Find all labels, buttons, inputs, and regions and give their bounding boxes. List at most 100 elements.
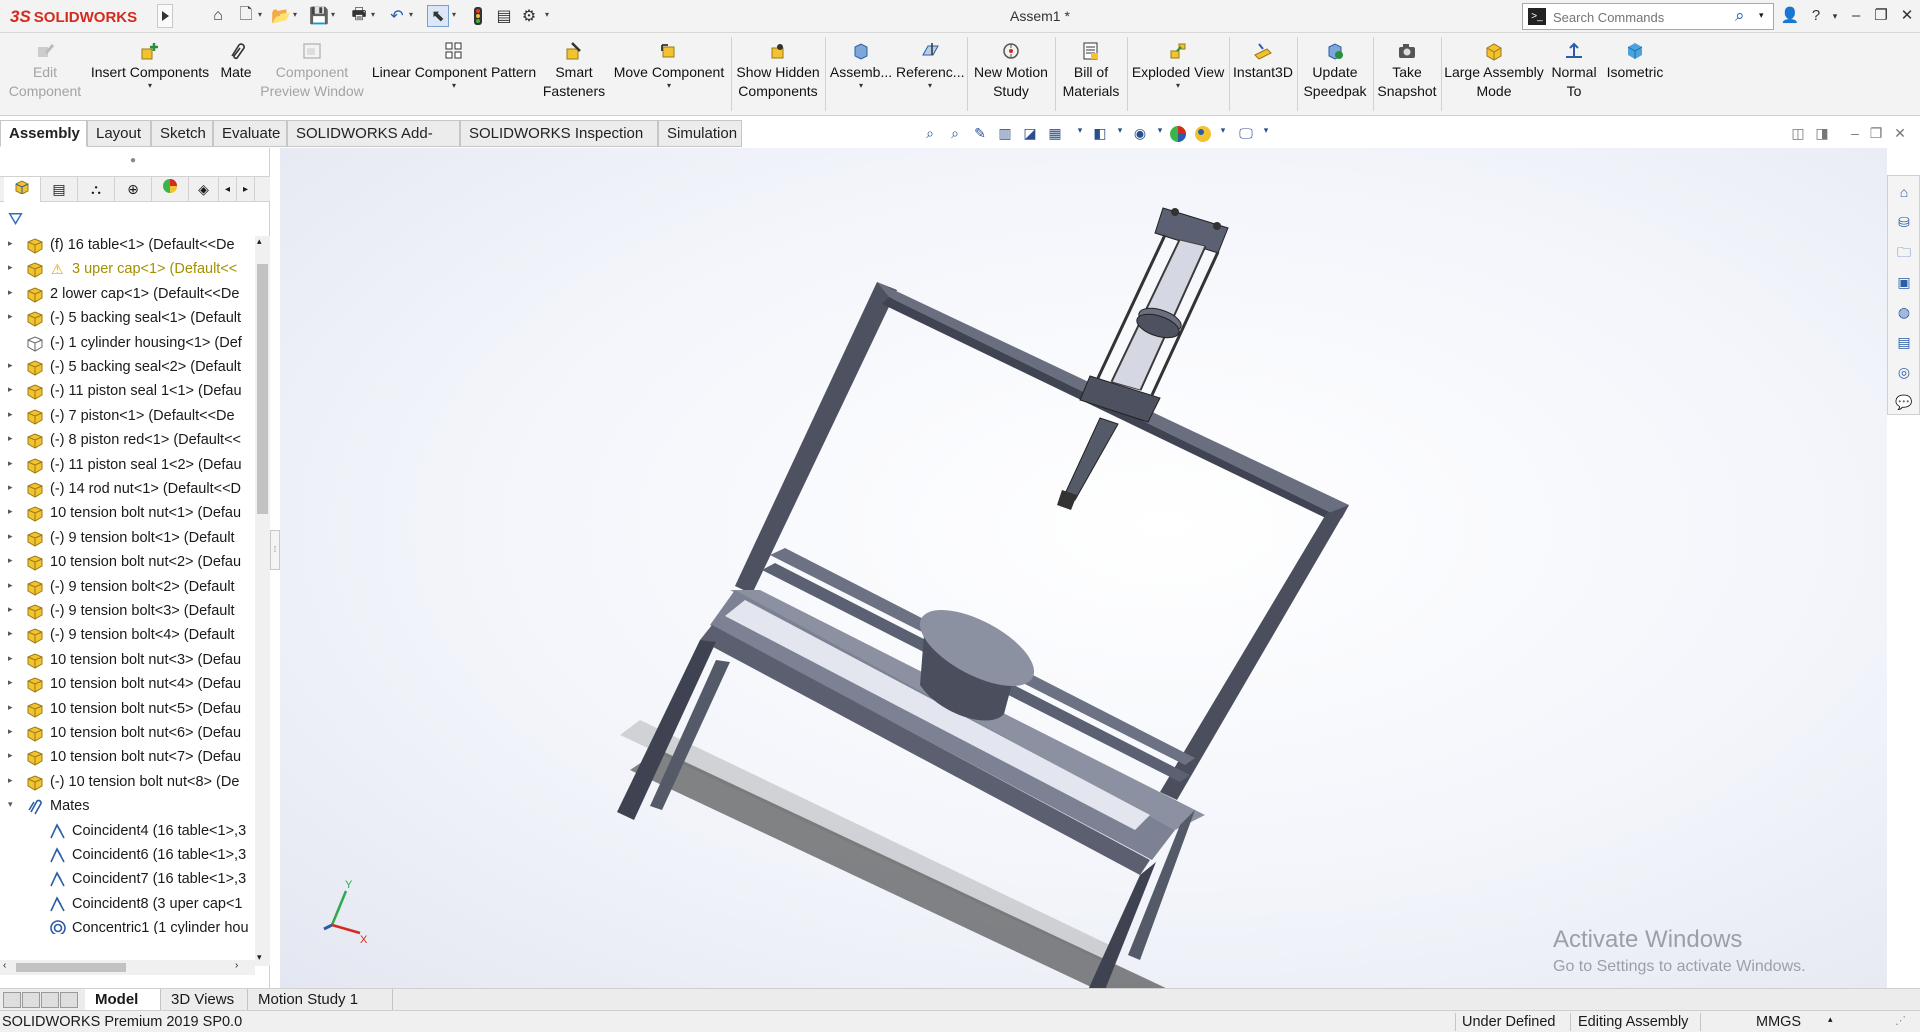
restore-icon[interactable]: ❐ xyxy=(1870,4,1892,28)
tab-layout[interactable]: Layout xyxy=(87,120,151,147)
appearances-icon[interactable]: ◍ xyxy=(1894,302,1914,322)
assembly-features-button[interactable]: Assemb... ▾ xyxy=(828,33,894,115)
tree-item-part[interactable]: ▸ (-) 9 tension bolt<3> (Default xyxy=(0,600,255,624)
mate-button[interactable]: Mate xyxy=(214,33,258,115)
view-palette-icon[interactable]: ▣ xyxy=(1894,272,1914,292)
expand-arrow-icon[interactable]: ▸ xyxy=(8,750,13,761)
expand-arrow-icon[interactable]: ▸ xyxy=(8,604,13,615)
dynamic-annotation-icon[interactable]: ◪ xyxy=(1020,125,1040,145)
tree-vertical-scrollbar[interactable]: ▴ ▾ xyxy=(255,236,270,966)
previous-view-icon[interactable]: ✎ xyxy=(970,125,990,145)
save-dropdown-icon[interactable]: ▾ xyxy=(331,10,339,20)
component-preview-window-button[interactable]: Component Preview Window xyxy=(260,33,364,115)
solidworks-forum-icon[interactable]: ◎ xyxy=(1894,362,1914,382)
file-explorer-icon[interactable]: 🗀 xyxy=(1894,242,1914,262)
take-snapshot-button[interactable]: Take Snapshot xyxy=(1376,33,1438,115)
undo-dropdown-icon[interactable]: ▾ xyxy=(409,10,417,20)
save-icon[interactable]: 💾 xyxy=(308,5,330,27)
panel-splitter-handle[interactable]: ⁞ xyxy=(270,530,280,570)
expand-arrow-icon[interactable]: ▸ xyxy=(8,531,13,542)
menu-expand-arrow[interactable] xyxy=(157,4,173,28)
new-dropdown-icon[interactable]: ▾ xyxy=(258,10,266,20)
previous-tab-arrow-icon[interactable] xyxy=(22,992,40,1008)
scrollbar-thumb[interactable] xyxy=(257,264,268,514)
tree-item-part[interactable]: ▸ (-) 9 tension bolt<4> (Default xyxy=(0,624,255,648)
tree-item-part[interactable]: ▸ (-) 11 piston seal 1<1> (Defau xyxy=(0,380,255,404)
tab-solidworks-add-ins[interactable]: SOLIDWORKS Add-Ins xyxy=(287,120,460,168)
help-dropdown-icon[interactable]: ▾ xyxy=(1824,4,1846,28)
scroll-down-icon[interactable]: ▾ xyxy=(257,952,262,963)
open-dropdown-icon[interactable]: ▾ xyxy=(293,10,301,20)
tree-item-part[interactable]: ▸ 10 tension bolt nut<1> (Defau xyxy=(0,502,255,526)
view-orientation-dropdown-icon[interactable]: ▾ xyxy=(1070,125,1090,145)
expand-arrow-icon[interactable]: ▸ xyxy=(8,458,13,469)
graphics-area[interactable]: Y X xyxy=(280,148,1887,988)
expand-arrow-icon[interactable]: ▸ xyxy=(8,433,13,444)
tree-item-part[interactable]: ▸ (-) 8 piston red<1> (Default<< xyxy=(0,429,255,453)
expand-arrow-icon[interactable]: ▸ xyxy=(8,482,13,493)
expand-arrow-icon[interactable]: ▸ xyxy=(8,677,13,688)
last-tab-arrow-icon[interactable] xyxy=(60,992,78,1008)
tab-motion-study-1[interactable]: Motion Study 1 xyxy=(248,989,393,1011)
tabs-scroll-right-icon[interactable]: ▸ xyxy=(237,177,255,202)
undo-icon[interactable]: ↶ xyxy=(386,5,408,27)
expand-arrow-icon[interactable]: ▸ xyxy=(8,726,13,737)
viewport-close-icon[interactable]: ✕ xyxy=(1890,125,1910,145)
scroll-left-icon[interactable]: ‹ xyxy=(3,960,6,971)
update-speedpak-button[interactable]: Update Speedpak xyxy=(1300,33,1370,115)
tab-sketch[interactable]: Sketch xyxy=(151,120,213,147)
feature-tree-tab-icon[interactable] xyxy=(4,177,41,202)
tab-simulation[interactable]: Simulation xyxy=(658,120,742,147)
tree-item-part[interactable]: ▸ 10 tension bolt nut<4> (Defau xyxy=(0,673,255,697)
tree-item-part[interactable]: ▸ (-) 10 tension bolt nut<8> (De xyxy=(0,771,255,795)
cam-manager-tab-icon[interactable]: ◈ xyxy=(189,177,219,202)
tree-item-part[interactable]: ▸ (-) 5 backing seal<1> (Default xyxy=(0,307,255,331)
unit-system-dropdown-icon[interactable]: ▴ xyxy=(1828,1014,1833,1025)
display-manager-tab-icon[interactable] xyxy=(152,177,189,202)
expand-arrow-icon[interactable]: ▸ xyxy=(8,628,13,639)
viewport-tile-right-icon[interactable]: ◨ xyxy=(1812,125,1832,145)
options-gear-icon[interactable]: ⚙ xyxy=(518,5,540,27)
reference-geometry-dropdown-icon[interactable]: ▾ xyxy=(896,82,964,90)
display-style-dropdown-icon[interactable]: ▾ xyxy=(1110,125,1130,145)
linear-pattern-dropdown-icon[interactable]: ▾ xyxy=(370,82,538,90)
tabs-scroll-left-icon[interactable]: ◂ xyxy=(219,177,237,202)
tree-item-part[interactable]: ▸ ⚠ 3 uper cap<1> (Default<< xyxy=(0,258,255,282)
new-document-icon[interactable]: 🗋 xyxy=(235,5,257,27)
scrollbar-thumb[interactable] xyxy=(16,963,126,972)
tree-item-part[interactable]: ▸ 10 tension bolt nut<7> (Defau xyxy=(0,746,255,770)
file-properties-icon[interactable]: ▤ xyxy=(493,5,515,27)
move-component-dropdown-icon[interactable]: ▾ xyxy=(609,82,729,90)
expand-arrow-icon[interactable]: ▸ xyxy=(8,580,13,591)
zoom-to-area-icon[interactable]: ⌕ xyxy=(945,125,965,145)
expand-arrow-icon[interactable]: ▸ xyxy=(8,287,13,298)
expand-arrow-icon[interactable]: ▸ xyxy=(8,311,13,322)
open-folder-icon[interactable]: 📂 xyxy=(270,5,292,27)
expand-arrow-icon[interactable]: ▸ xyxy=(8,262,13,273)
tree-item-part[interactable]: ▸ (-) 14 rod nut<1> (Default<<D xyxy=(0,478,255,502)
expand-arrow-icon[interactable]: ▸ xyxy=(8,555,13,566)
tree-item-part[interactable]: ▸ (-) 9 tension bolt<2> (Default xyxy=(0,576,255,600)
viewport-restore-icon[interactable]: ❐ xyxy=(1866,125,1886,145)
property-manager-tab-icon[interactable]: ▤ xyxy=(41,177,78,202)
expand-arrow-icon[interactable]: ▸ xyxy=(8,360,13,371)
search-dropdown-icon[interactable]: ▾ xyxy=(1759,10,1764,21)
tree-item-part[interactable]: ▸ (-) 7 piston<1> (Default<<De xyxy=(0,405,255,429)
viewport-tile-left-icon[interactable]: ◫ xyxy=(1788,125,1808,145)
tab-model[interactable]: Model xyxy=(85,989,161,1011)
expand-arrow-icon[interactable]: ▸ xyxy=(8,702,13,713)
collapse-arrow-icon[interactable]: ▾ xyxy=(8,799,13,810)
hide-show-items-icon[interactable]: ◉ xyxy=(1130,125,1150,145)
exploded-view-dropdown-icon[interactable]: ▾ xyxy=(1130,82,1226,90)
expand-arrow-icon[interactable]: ▸ xyxy=(8,384,13,395)
user-icon[interactable]: 👤 xyxy=(1779,4,1801,28)
section-view-icon[interactable]: ▥ xyxy=(995,125,1015,145)
search-commands-box[interactable]: >_ ⌕ ▾ xyxy=(1522,3,1774,30)
tree-item-part[interactable]: ▸ 10 tension bolt nut<5> (Defau xyxy=(0,698,255,722)
tree-item-part[interactable]: ▸ (-) 5 backing seal<2> (Default xyxy=(0,356,255,380)
solidworks-resources-home-icon[interactable]: ⌂ xyxy=(1894,182,1914,202)
tab-3d-views[interactable]: 3D Views xyxy=(161,989,248,1011)
print-dropdown-icon[interactable]: ▾ xyxy=(371,10,379,20)
custom-properties-icon[interactable]: ▤ xyxy=(1894,332,1914,352)
move-component-button[interactable]: Move Component ▾ xyxy=(609,33,729,115)
